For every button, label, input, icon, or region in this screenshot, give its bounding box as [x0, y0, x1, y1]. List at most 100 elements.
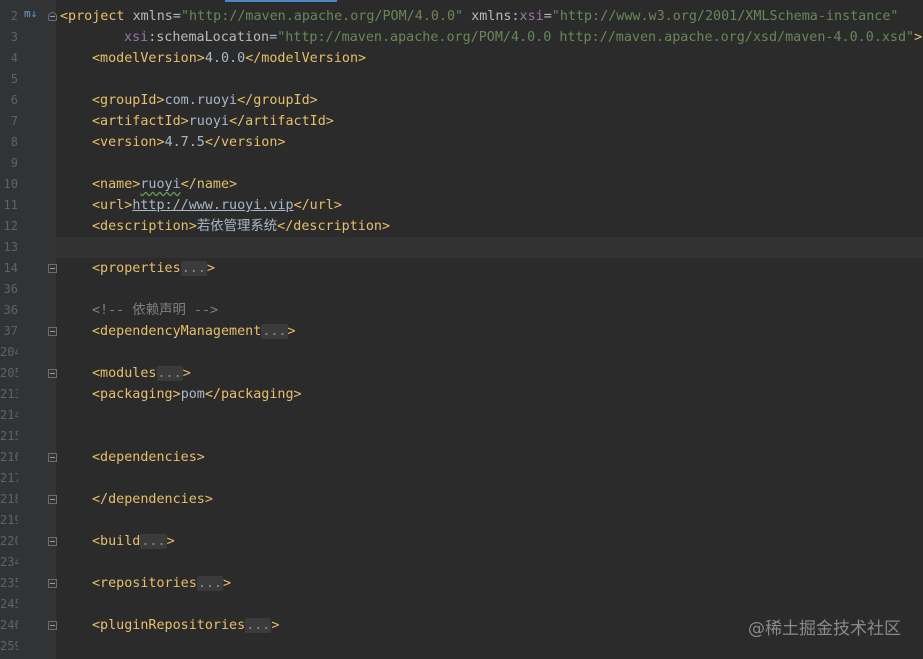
- line-number: 10: [3, 177, 18, 191]
- line-number: 220: [0, 534, 18, 548]
- line-number: 8: [10, 135, 18, 149]
- code-line-dependencies-close[interactable]: </dependencies>: [92, 489, 923, 510]
- tag-close: </url>: [293, 198, 342, 213]
- folded-region[interactable]: ...: [196, 576, 223, 591]
- current-line-highlight[interactable]: [56, 237, 923, 258]
- code-line-name[interactable]: <name>ruoyi</name>: [92, 174, 923, 195]
- line-number: 213: [0, 387, 18, 401]
- tag-open: <build: [92, 534, 141, 549]
- folded-region[interactable]: ...: [156, 366, 183, 381]
- element-text: pom: [180, 387, 205, 402]
- code-line-model-version[interactable]: <modelVersion>4.0.0</modelVersion>: [92, 48, 923, 69]
- tag-close: >: [914, 30, 923, 45]
- line-number: 217: [0, 471, 18, 485]
- line-number: 4: [10, 51, 18, 65]
- line-number: 259: [0, 639, 18, 653]
- attribute-colon: :: [511, 9, 520, 24]
- element-text: com.ruoyi: [164, 93, 238, 108]
- tag-open: <properties: [92, 261, 181, 276]
- tag-close: </version>: [204, 135, 286, 150]
- code-line-build[interactable]: <build...>: [92, 531, 923, 552]
- attribute-value: "http://maven.apache.org/POM/4.0.0": [180, 9, 464, 24]
- attribute-name: schemaLocation: [156, 30, 270, 45]
- folded-region[interactable]: ...: [245, 618, 272, 633]
- tag-close: >: [223, 576, 232, 591]
- code-line-dependencies-open[interactable]: <dependencies>: [92, 447, 923, 468]
- line-number: 216: [0, 450, 18, 464]
- line-number: 234: [0, 555, 18, 569]
- code-line-url[interactable]: <url>http://www.ruoyi.vip</url>: [92, 195, 923, 216]
- tag-close: </dependencies>: [92, 492, 213, 507]
- tag-open: <modelVersion>: [92, 51, 205, 66]
- line-number: 14: [3, 261, 18, 275]
- line-number: 219: [0, 513, 18, 527]
- line-number: 205: [0, 366, 18, 380]
- line-number: 214: [0, 408, 18, 422]
- code-editor[interactable]: <project xmlns="http://maven.apache.org/…: [56, 0, 923, 659]
- tag-close: </artifactId>: [229, 114, 334, 129]
- element-text: ruoyi: [140, 177, 181, 192]
- line-number: 36: [3, 282, 18, 296]
- folded-region[interactable]: ...: [180, 261, 207, 276]
- element-text: 4.0.0: [204, 51, 246, 66]
- tag-open: <version>: [92, 135, 165, 150]
- url-link[interactable]: http://www.ruoyi.vip: [132, 198, 293, 213]
- tag-close: </name>: [180, 177, 238, 192]
- line-number: 6: [10, 93, 18, 107]
- namespace-prefix: xsi: [124, 30, 149, 45]
- line-number: 245: [0, 597, 18, 611]
- attribute-name: xmlns: [471, 9, 512, 24]
- code-line-modules[interactable]: <modules...>: [92, 363, 923, 384]
- line-number: 204: [0, 345, 18, 359]
- tag-open: <project: [60, 9, 125, 24]
- code-line-packaging[interactable]: <packaging>pom</packaging>: [92, 384, 923, 405]
- code-line-artifact-id[interactable]: <artifactId>ruoyi</artifactId>: [92, 111, 923, 132]
- line-number: 7: [10, 114, 18, 128]
- tag-open: <packaging>: [92, 387, 181, 402]
- line-number: 3: [10, 30, 18, 44]
- code-line-project[interactable]: <project xmlns="http://maven.apache.org/…: [60, 6, 923, 27]
- tag-close: >: [206, 261, 215, 276]
- attribute-value: "http://www.w3.org/2001/XMLSchema-instan…: [551, 9, 899, 24]
- code-line-version[interactable]: <version>4.7.5</version>: [92, 132, 923, 153]
- line-number-gutter[interactable]: 2 3 4 5 6 7 8 9 10 11 12 13 14 36 36 37 …: [0, 0, 57, 659]
- element-text: 若依管理系统: [196, 219, 278, 234]
- watermark: @稀土掘金技术社区: [748, 619, 901, 639]
- line-number: 215: [0, 429, 18, 443]
- folded-region[interactable]: ...: [261, 324, 288, 339]
- code-line-description[interactable]: <description>若依管理系统</description>: [92, 216, 923, 237]
- line-number: 13: [3, 240, 18, 254]
- tag-close: >: [287, 324, 296, 339]
- line-number: 37: [3, 324, 18, 338]
- code-line-comment[interactable]: <!-- 依赖声明 -->: [92, 300, 923, 321]
- tag-open: <dependencyManagement: [92, 324, 262, 339]
- line-number: 2: [10, 9, 18, 23]
- element-text: ruoyi: [188, 114, 230, 129]
- namespace-name: xsi: [519, 9, 544, 24]
- tag-open: <artifactId>: [92, 114, 189, 129]
- tag-open: <pluginRepositories: [92, 618, 246, 633]
- attribute-name: xmlns: [132, 9, 173, 24]
- folded-region[interactable]: ...: [140, 534, 167, 549]
- xml-comment: <!-- 依赖声明 -->: [92, 303, 219, 318]
- code-line-schema-location[interactable]: xsi:schemaLocation="http://maven.apache.…: [124, 27, 923, 48]
- line-number: 36: [3, 303, 18, 317]
- vcs-change-icon[interactable]: m↓: [24, 8, 37, 20]
- line-number: 5: [10, 72, 18, 86]
- line-number: 218: [0, 492, 18, 506]
- tag-open: <groupId>: [92, 93, 165, 108]
- line-number: 246: [0, 618, 18, 632]
- code-line-dependency-management[interactable]: <dependencyManagement...>: [92, 321, 923, 342]
- tag-close: >: [166, 534, 175, 549]
- line-number: 11: [3, 198, 18, 212]
- tag-close: >: [182, 366, 191, 381]
- line-number: 235: [0, 576, 18, 590]
- code-line-repositories[interactable]: <repositories...>: [92, 573, 923, 594]
- tag-close: </description>: [277, 219, 391, 234]
- line-number: 9: [10, 156, 18, 170]
- tag-open: <name>: [92, 177, 141, 192]
- code-line-properties[interactable]: <properties...>: [92, 258, 923, 279]
- tag-close: </groupId>: [237, 93, 318, 108]
- tag-open: <description>: [92, 219, 197, 234]
- code-line-group-id[interactable]: <groupId>com.ruoyi</groupId>: [92, 90, 923, 111]
